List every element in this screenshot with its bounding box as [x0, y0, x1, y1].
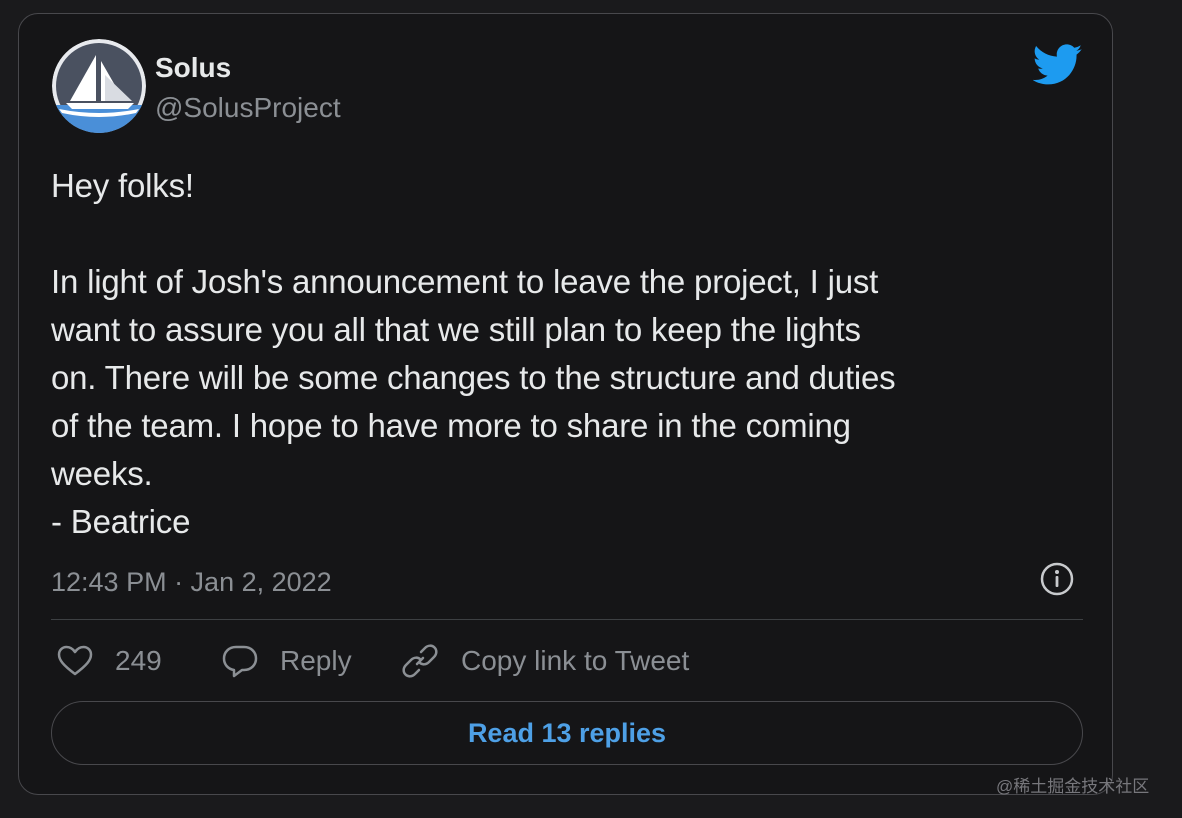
watermark: @稀土掘金技术社区 [996, 777, 1150, 796]
tweet-timestamp[interactable]: 12:43 PM · Jan 2, 2022 [51, 566, 332, 598]
like-count: 249 [115, 645, 162, 676]
twitter-bird-icon[interactable] [1032, 44, 1083, 86]
reply-bubble-icon [222, 645, 258, 678]
solus-logo-icon [52, 39, 146, 133]
author-handle[interactable]: @SolusProject [155, 92, 341, 124]
author-name[interactable]: Solus [155, 52, 231, 84]
tweet-card: Solus @SolusProject Hey folks! In light … [18, 13, 1113, 795]
reply-button[interactable]: Reply [222, 641, 352, 681]
read-replies-button[interactable]: Read 13 replies [51, 701, 1083, 765]
like-button[interactable]: 249 [57, 641, 162, 681]
avatar[interactable] [52, 39, 146, 133]
copy-link-label: Copy link to Tweet [461, 645, 690, 676]
heart-icon [57, 645, 93, 676]
tweet-text: Hey folks! In light of Josh's announceme… [51, 167, 896, 540]
link-icon [402, 644, 438, 678]
divider [51, 619, 1083, 620]
info-icon[interactable] [1040, 562, 1074, 596]
reply-label: Reply [280, 645, 352, 676]
copy-link-button[interactable]: Copy link to Tweet [401, 641, 689, 681]
